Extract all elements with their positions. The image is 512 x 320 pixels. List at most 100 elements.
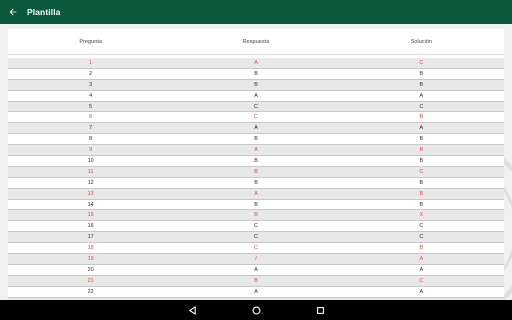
header-answer: Respuesta: [242, 38, 270, 45]
nav-recents-button[interactable]: [309, 300, 331, 320]
correct-solution: B: [419, 147, 424, 154]
header-question: Pregunta: [79, 38, 103, 45]
question-number: 20: [87, 266, 94, 273]
user-answer: B: [254, 168, 258, 175]
user-answer: B: [254, 157, 258, 164]
arrow-back-icon: [9, 8, 17, 16]
correct-solution: C: [419, 168, 424, 175]
user-answer: B: [254, 179, 258, 186]
user-answer: B: [254, 212, 258, 219]
question-number: 16: [87, 223, 94, 230]
back-button[interactable]: [2, 0, 24, 24]
correct-solution: C: [419, 103, 424, 110]
table-row: 15 B X: [8, 210, 504, 222]
table-body: 1 A C 2 B B 3 B B 4 A A 5 C C 6 C B 7 A …: [8, 58, 504, 300]
table-row: 10 B B: [8, 156, 504, 167]
table-row: 9 A B: [8, 145, 504, 157]
question-number: 6: [89, 114, 93, 121]
table-row: 4 A A: [8, 90, 504, 102]
table-row: 22 A A: [8, 286, 504, 298]
nav-home-button[interactable]: [245, 300, 267, 320]
user-answer: B: [254, 81, 258, 88]
user-answer: A: [254, 190, 258, 197]
question-number: 17: [87, 234, 94, 241]
question-number: 18: [87, 245, 94, 252]
user-answer: A: [254, 288, 258, 295]
user-answer: C: [254, 245, 258, 252]
table-row: 12 B B: [8, 177, 504, 189]
question-number: 9: [89, 147, 93, 154]
correct-solution: A: [419, 266, 424, 273]
correct-solution: X: [419, 212, 424, 219]
app-bar: Plantilla: [0, 0, 512, 24]
table-row: 8 B B: [8, 134, 504, 146]
correct-solution: B: [419, 136, 424, 143]
question-number: 1: [89, 59, 93, 66]
table-row: 16 C C: [8, 221, 504, 233]
table-row: 20 A A: [8, 264, 504, 276]
answer-sheet-table: Pregunta Respuesta Solución 1 A C 2 B B …: [8, 29, 504, 300]
table-row: 13 A B: [8, 188, 504, 200]
user-answer: A: [254, 92, 258, 99]
table-row: 2 B B: [8, 68, 504, 80]
table-header: Pregunta Respuesta Solución: [8, 29, 504, 55]
user-answer: B: [254, 70, 258, 77]
question-number: 11: [87, 168, 94, 175]
correct-solution: B: [419, 114, 424, 121]
table-row: 1 A C: [8, 58, 504, 69]
question-number: 12: [87, 179, 94, 186]
correct-solution: A: [419, 288, 424, 295]
header-solution: Solución: [410, 38, 433, 45]
user-answer: A: [254, 266, 258, 273]
user-answer: A: [254, 59, 258, 66]
content-area: Pregunta Respuesta Solución 1 A C 2 B B …: [0, 24, 512, 300]
nav-back-icon: [188, 305, 196, 315]
table-row: 21 B C: [8, 275, 504, 287]
user-answer: B: [254, 277, 258, 284]
correct-solution: B: [419, 157, 424, 164]
question-number: 8: [89, 136, 93, 143]
question-number: 13: [87, 190, 94, 197]
question-number: 22: [87, 288, 94, 295]
correct-solution: C: [419, 234, 424, 241]
user-answer: C: [254, 234, 258, 241]
question-number: 14: [87, 201, 94, 208]
question-number: 15: [87, 212, 94, 219]
correct-solution: A: [419, 125, 424, 132]
question-number: 10: [87, 157, 94, 164]
user-answer: B: [254, 201, 258, 208]
table-row: 6 C B: [8, 112, 504, 124]
correct-solution: B: [419, 245, 424, 252]
user-answer: A: [254, 147, 258, 154]
table-row: 17 C C: [8, 232, 504, 244]
nav-home-icon: [252, 306, 260, 314]
table-row: 18 C B: [8, 243, 504, 255]
page-title: Plantilla: [27, 7, 61, 17]
nav-recents-icon: [316, 306, 324, 314]
correct-solution: C: [419, 277, 424, 284]
question-number: 3: [89, 81, 93, 88]
question-number: 21: [87, 277, 94, 284]
correct-solution: C: [419, 59, 424, 66]
user-answer: A: [254, 125, 258, 132]
correct-solution: A: [419, 92, 424, 99]
user-answer: C: [254, 114, 258, 121]
nav-back-button[interactable]: [181, 300, 203, 320]
table-row: 14 B B: [8, 199, 504, 211]
question-number: 4: [89, 92, 93, 99]
question-number: 5: [89, 103, 93, 110]
user-answer: C: [254, 103, 258, 110]
table-row: 7 A A: [8, 123, 504, 135]
screen: Plantilla Pregunta Respuesta Solución 1 …: [0, 0, 512, 320]
table-row: 3 B B: [8, 79, 504, 91]
system-navigation-bar: [0, 300, 512, 320]
table-row: 11 B C: [8, 166, 504, 178]
correct-solution: B: [419, 179, 424, 186]
user-answer: /: [255, 255, 257, 262]
table-row: 19 / A: [8, 254, 504, 265]
correct-solution: B: [419, 70, 424, 77]
table-row: 5 C C: [8, 101, 504, 113]
correct-solution: B: [419, 190, 424, 197]
user-answer: C: [254, 223, 258, 230]
correct-solution: A: [419, 255, 424, 262]
